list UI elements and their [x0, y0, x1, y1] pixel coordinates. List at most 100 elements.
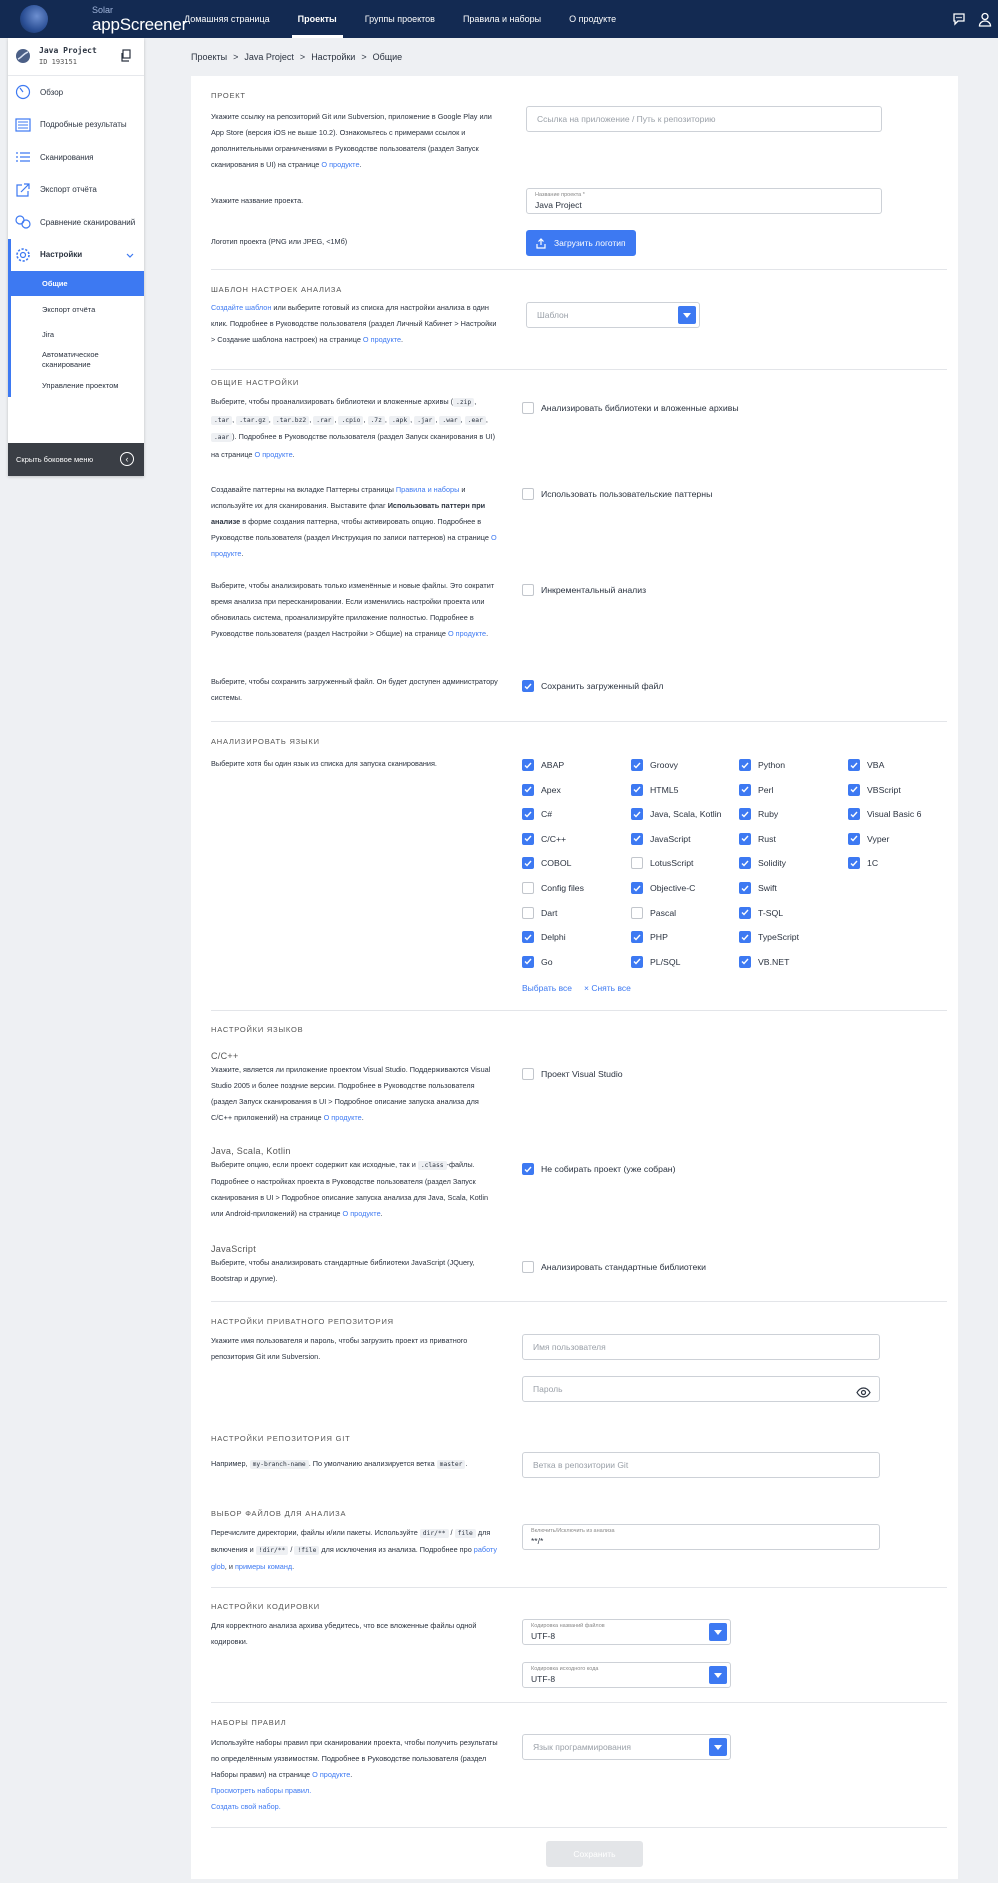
filenames-encoding-select[interactable]: Кодировка названий файлов UTF-8: [522, 1619, 731, 1645]
sidebar-item-overview[interactable]: Обзор: [8, 76, 144, 109]
breadcrumb-settings[interactable]: Настройки: [311, 52, 355, 62]
about-link[interactable]: О продукте: [363, 335, 401, 344]
archives-checkbox[interactable]: Анализировать библиотеки и вложенные арх…: [522, 402, 739, 414]
user-icon[interactable]: [978, 12, 992, 27]
app-logo[interactable]: Solar appScreener: [0, 0, 187, 38]
nav-home[interactable]: Домашняя страница: [170, 0, 284, 38]
language-checkbox[interactable]: PL/SQL: [631, 955, 680, 968]
examples-link[interactable]: примеры команд: [235, 1562, 292, 1571]
language-checkbox[interactable]: JavaScript: [631, 832, 691, 845]
sidebar-item-results[interactable]: Подробные результаты: [8, 109, 144, 142]
language-label: TypeScript: [758, 932, 800, 943]
language-label: C/C++: [541, 833, 567, 844]
language-checkbox[interactable]: TypeScript: [739, 931, 800, 944]
language-checkbox[interactable]: Dart: [522, 906, 557, 919]
repo-url-input[interactable]: Ссылка на приложение / Путь к репозитори…: [526, 106, 882, 132]
language-checkbox[interactable]: Ruby: [739, 808, 778, 821]
js-libraries-checkbox[interactable]: Анализировать стандартные библиотеки: [522, 1261, 706, 1273]
language-checkbox[interactable]: Java, Scala, Kotlin: [631, 808, 721, 821]
username-input[interactable]: Имя пользователя: [522, 1334, 880, 1360]
eye-icon[interactable]: [856, 1383, 871, 1407]
language-checkbox[interactable]: Groovy: [631, 759, 678, 771]
language-checkbox[interactable]: Go: [522, 955, 553, 968]
incremental-checkbox[interactable]: Инкрементальный анализ: [522, 584, 646, 596]
rules-link[interactable]: Правила и наборы: [396, 485, 459, 494]
glob-code: dir/**: [419, 1529, 449, 1538]
git-branch-input[interactable]: Ветка в репозитории Git: [522, 1452, 880, 1478]
nav-rules[interactable]: Правила и наборы: [449, 0, 555, 38]
copy-icon[interactable]: [120, 49, 132, 67]
language-checkbox[interactable]: HTML5: [631, 783, 678, 796]
language-checkbox[interactable]: VB.NET: [739, 955, 789, 968]
divider: [211, 1587, 947, 1588]
nav-projects[interactable]: Проекты: [284, 0, 351, 38]
password-input[interactable]: Пароль: [522, 1376, 880, 1402]
no-build-checkbox[interactable]: Не собирать проект (уже собран): [522, 1163, 676, 1175]
settings-panel: ПРОЕКТ Укажите ссылку на репозиторий Git…: [191, 76, 958, 1879]
sidebar-subitem-jira[interactable]: Jira: [8, 322, 144, 346]
breadcrumb-project[interactable]: Java Project: [244, 52, 294, 62]
language-checkbox[interactable]: Python: [739, 759, 785, 771]
language-checkbox[interactable]: Solidity: [739, 857, 786, 870]
language-checkbox[interactable]: Apex: [522, 783, 561, 796]
template-select[interactable]: Шаблон: [526, 302, 700, 328]
language-checkbox[interactable]: Objective-C: [631, 882, 695, 894]
visual-studio-checkbox[interactable]: Проект Visual Studio: [522, 1068, 623, 1080]
language-checkbox[interactable]: Pascal: [631, 906, 676, 919]
language-checkbox[interactable]: Config files: [522, 882, 584, 894]
sidebar-item-settings[interactable]: Настройки: [8, 238, 144, 271]
nav-about[interactable]: О продукте: [555, 0, 630, 38]
main-nav: Домашняя страница Проекты Группы проекто…: [170, 0, 630, 38]
hide-sidebar-button[interactable]: Скрыть боковое меню ‹: [8, 443, 144, 476]
sidebar-subitem-auto-scan[interactable]: Автоматическое сканирование: [8, 346, 144, 373]
include-exclude-field[interactable]: Включить/Исключить из анализа **/*: [522, 1524, 880, 1550]
sidebar-item-compare[interactable]: Сравнение сканирований: [8, 206, 144, 239]
checkbox-box: [522, 402, 534, 414]
language-checkbox[interactable]: Visual Basic 6: [848, 808, 921, 821]
create-template-link[interactable]: Создайте шаблон: [211, 303, 271, 312]
about-link[interactable]: О продукте: [255, 450, 293, 459]
save-file-checkbox[interactable]: Сохранить загруженный файл: [522, 680, 663, 692]
upload-logo-button[interactable]: Загрузить логотип: [526, 230, 636, 256]
language-checkbox[interactable]: T-SQL: [739, 906, 783, 919]
about-link[interactable]: О продукте: [312, 1770, 350, 1779]
sidebar-subitem-project-management[interactable]: Управление проектом: [8, 373, 144, 397]
language-checkbox[interactable]: 1C: [848, 857, 878, 870]
language-checkbox[interactable]: ABAP: [522, 759, 564, 771]
language-checkbox[interactable]: Perl: [739, 783, 773, 796]
view-rulesets-link[interactable]: Просмотреть наборы правил.: [211, 1786, 311, 1795]
project-name-field[interactable]: Название проекта * Java Project: [526, 188, 882, 214]
language-checkbox[interactable]: COBOL: [522, 857, 571, 870]
language-checkbox[interactable]: Delphi: [522, 931, 566, 944]
language-checkbox[interactable]: LotusScript: [631, 857, 693, 870]
language-checkbox[interactable]: VBA: [848, 759, 884, 771]
section-title-template: ШАБЛОН НАСТРОЕК АНАЛИЗА: [211, 285, 343, 294]
language-checkbox[interactable]: C/C++: [522, 832, 567, 845]
sidebar-item-export[interactable]: Экспорт отчёта: [8, 174, 144, 207]
language-checkbox[interactable]: C#: [522, 808, 552, 821]
select-all-link[interactable]: Выбрать все: [522, 983, 572, 993]
save-button[interactable]: Сохранить: [546, 1841, 643, 1867]
language-checkbox[interactable]: Vyper: [848, 832, 889, 845]
language-checkbox[interactable]: Rust: [739, 832, 776, 845]
language-checkbox[interactable]: PHP: [631, 931, 668, 944]
language-checkbox[interactable]: VBScript: [848, 783, 901, 796]
sidebar-subitem-general[interactable]: Общие: [8, 271, 144, 296]
checkbox-checked-icon: [631, 955, 643, 968]
create-ruleset-link[interactable]: Создать свой набор.: [211, 1802, 281, 1811]
patterns-checkbox[interactable]: Использовать пользовательские паттерны: [522, 488, 712, 500]
sidebar-item-scans[interactable]: Сканирования: [8, 141, 144, 174]
about-link[interactable]: О продукте: [448, 629, 486, 638]
about-link[interactable]: О продукте: [324, 1113, 362, 1122]
about-link[interactable]: О продукте: [343, 1209, 381, 1218]
section-title-git: НАСТРОЙКИ РЕПОЗИТОРИЯ GIT: [211, 1434, 351, 1443]
breadcrumb-projects[interactable]: Проекты: [191, 52, 227, 62]
about-link[interactable]: О продукте: [321, 160, 359, 169]
nav-project-groups[interactable]: Группы проектов: [351, 0, 449, 38]
source-encoding-select[interactable]: Кодировка исходного кода UTF-8: [522, 1662, 731, 1688]
language-checkbox[interactable]: Swift: [739, 882, 777, 894]
deselect-all-link[interactable]: × Снять все: [584, 983, 631, 993]
chat-icon[interactable]: [952, 12, 966, 26]
sidebar-subitem-export[interactable]: Экспорт отчёта: [8, 296, 144, 322]
language-select[interactable]: Язык программирования: [522, 1734, 731, 1760]
